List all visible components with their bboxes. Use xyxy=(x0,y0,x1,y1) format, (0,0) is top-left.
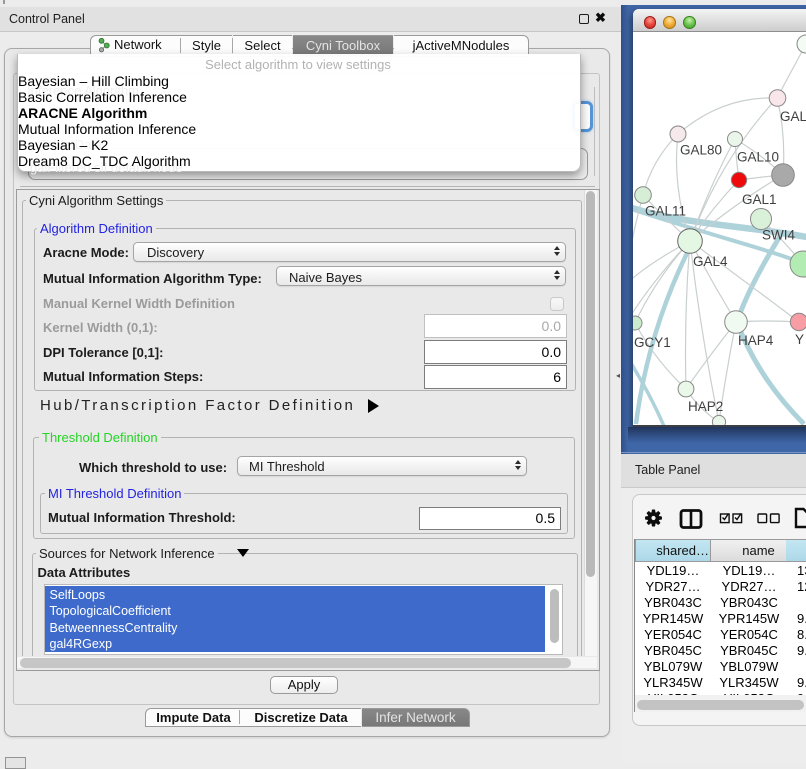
svg-text:GCY1: GCY1 xyxy=(634,335,671,350)
svg-text:SWI4: SWI4 xyxy=(762,228,795,243)
svg-text:GAL7: GAL7 xyxy=(780,109,806,124)
svg-text:GAL80: GAL80 xyxy=(680,143,722,158)
svg-text:GAL11: GAL11 xyxy=(645,204,686,219)
svg-text:GAL1: GAL1 xyxy=(742,192,777,207)
svg-text:Y: Y xyxy=(795,332,804,347)
svg-text:HAP2: HAP2 xyxy=(688,399,723,414)
svg-text:GAL10: GAL10 xyxy=(737,150,779,165)
svg-text:HAP4: HAP4 xyxy=(738,333,774,348)
svg-text:GAL4: GAL4 xyxy=(693,254,728,269)
